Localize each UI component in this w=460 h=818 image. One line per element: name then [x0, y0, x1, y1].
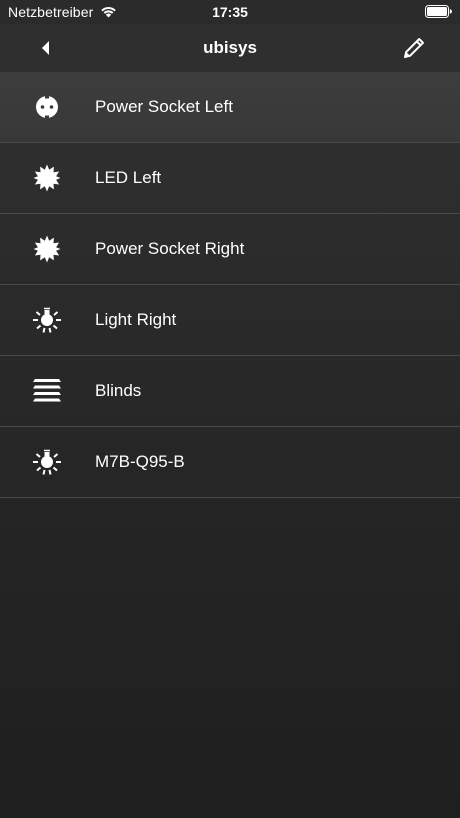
- edit-button[interactable]: [396, 30, 432, 66]
- battery-icon: [425, 5, 452, 18]
- list-item-led-left[interactable]: LED Left: [0, 143, 460, 214]
- screen: Netzbetreiber 17:35 ubisys Power Socket …: [0, 0, 460, 818]
- list-item-label: LED Left: [95, 168, 162, 187]
- page-title: ubisys: [203, 38, 257, 57]
- list-item-m7b-q95-b[interactable]: M7B-Q95-B: [0, 427, 460, 498]
- light-bulb-icon: [29, 306, 65, 334]
- list-item-label: Power Socket Left: [95, 97, 233, 116]
- status-bar: Netzbetreiber 17:35: [0, 0, 460, 24]
- list-item-light-right[interactable]: Light Right: [0, 285, 460, 356]
- list-item-power-socket-left[interactable]: Power Socket Left: [0, 72, 460, 143]
- pencil-icon: [404, 38, 424, 58]
- power-socket-icon: [29, 93, 65, 121]
- light-bulb-icon: [29, 448, 65, 476]
- device-list: Power Socket Left LED Left Power Socket …: [0, 72, 460, 498]
- blinds-icon: [29, 377, 65, 405]
- starburst-icon: [29, 235, 65, 263]
- list-item-label: M7B-Q95-B: [95, 452, 185, 471]
- navigation-bar: ubisys: [0, 24, 460, 72]
- list-item-label: Power Socket Right: [95, 239, 245, 258]
- list-item-blinds[interactable]: Blinds: [0, 356, 460, 427]
- list-item-power-socket-right[interactable]: Power Socket Right: [0, 214, 460, 285]
- status-time: 17:35: [212, 4, 248, 20]
- starburst-icon: [29, 164, 65, 192]
- list-item-label: Light Right: [95, 310, 177, 329]
- list-item-label: Blinds: [95, 381, 142, 400]
